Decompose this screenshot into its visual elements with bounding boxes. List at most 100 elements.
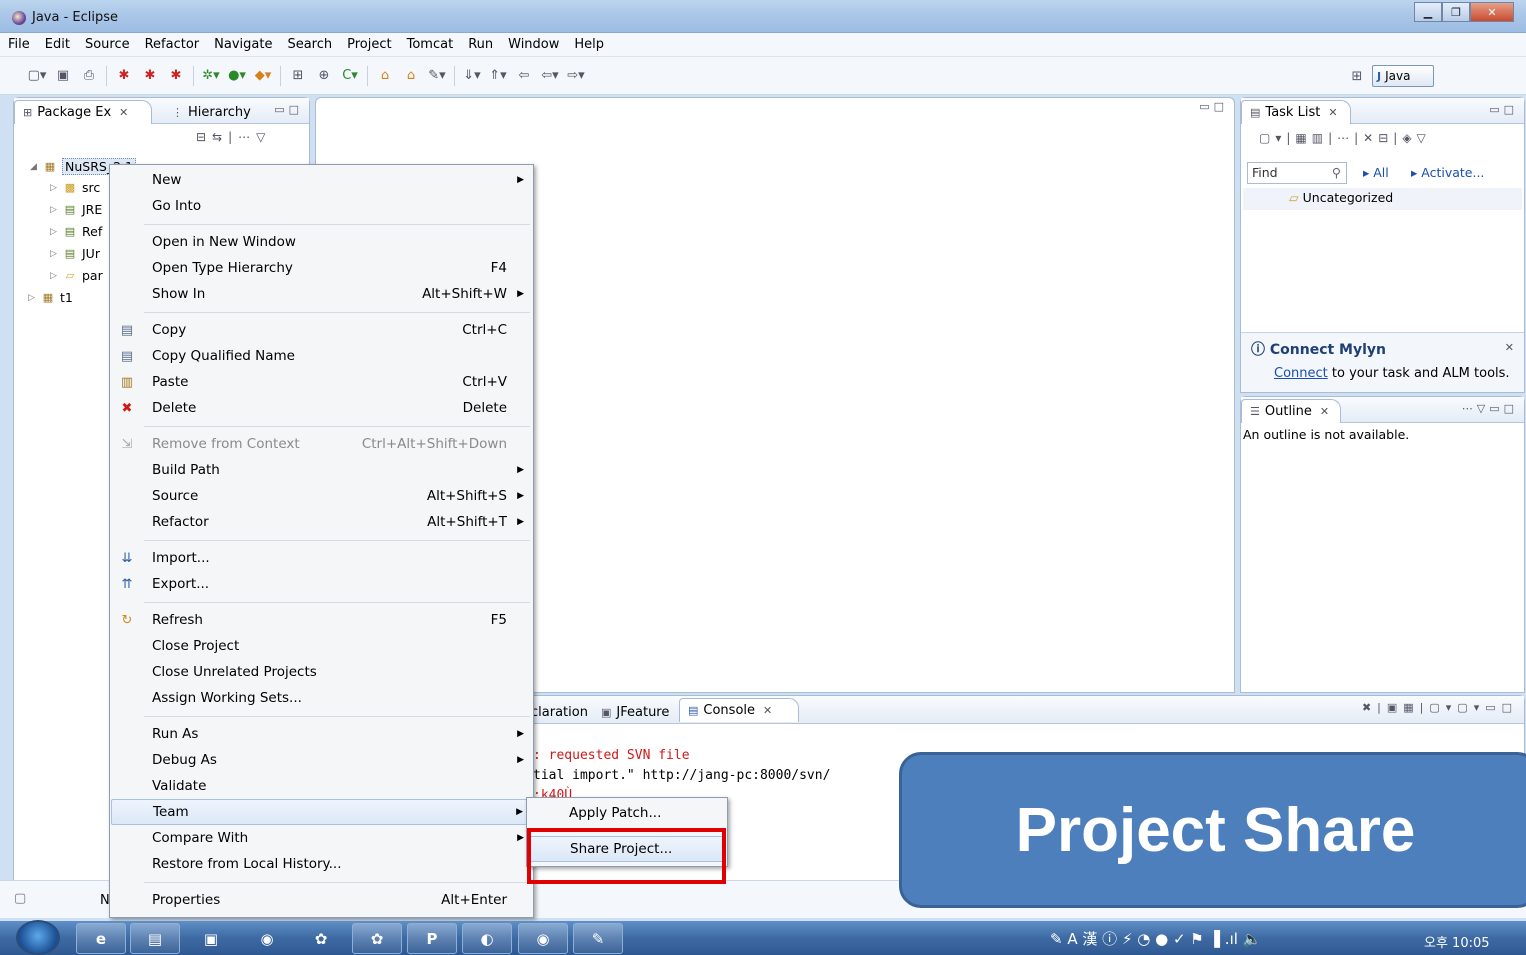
tomcat-restart-icon[interactable]: ✱ [167, 68, 185, 84]
tab-jfeature[interactable]: ▣ JFeature [593, 700, 677, 724]
tree-item-ref[interactable]: ▷ ▤ Ref [50, 224, 102, 239]
menu-item-run-as[interactable]: Run As ▶ [111, 721, 532, 747]
collapse-arrow-icon[interactable]: ▷ [28, 293, 40, 303]
menu-item-properties[interactable]: Properties Alt+Enter [111, 887, 532, 913]
chrome-taskbar-icon[interactable]: ◉ [242, 923, 292, 954]
menu-item-source[interactable]: Source Alt+Shift+S ▶ [111, 483, 532, 509]
activate-link[interactable]: ▸ Activate... [1411, 165, 1484, 180]
menu-item-close-project[interactable]: Close Project [111, 633, 532, 659]
menu-item-copy[interactable]: ▤ Copy Ctrl+C [111, 317, 532, 343]
tab-console[interactable]: ▤ Console ✕ [679, 698, 799, 722]
menu-tomcat[interactable]: Tomcat [407, 37, 454, 52]
app-taskbar-icon[interactable]: ✿ [296, 923, 346, 954]
menu-refactor[interactable]: Refactor [145, 37, 200, 52]
close-icon[interactable]: ✕ [1328, 106, 1337, 119]
external-tools-icon[interactable]: ◆▾ [254, 68, 272, 84]
tomcat-stop-icon[interactable]: ✱ [141, 68, 159, 84]
collapse-arrow-icon[interactable]: ▷ [50, 227, 62, 237]
menu-item-apply-patch[interactable]: Apply Patch... [528, 800, 726, 826]
java-perspective-button[interactable]: J Java [1372, 65, 1434, 87]
menu-item-open-type-hierarchy[interactable]: Open Type Hierarchy F4 [111, 255, 532, 281]
menu-item-restore-from-local-history[interactable]: Restore from Local History... [111, 851, 532, 877]
menu-item-show-in[interactable]: Show In Alt+Shift+W ▶ [111, 281, 532, 307]
minimize-button[interactable]: ▁ [1414, 2, 1442, 22]
menu-search[interactable]: Search [287, 37, 332, 52]
ime-icon[interactable]: ✎ [1050, 930, 1063, 948]
menu-item-assign-working-sets[interactable]: Assign Working Sets... [111, 685, 532, 711]
tomcat-start-icon[interactable]: ✱ [115, 68, 133, 84]
paint-taskbar-icon[interactable]: ✎ [573, 923, 623, 954]
menu-project[interactable]: Project [347, 37, 391, 52]
tree-item-t1[interactable]: ▷ ▦ t1 [28, 290, 73, 305]
connect-link[interactable]: Connect [1274, 366, 1328, 381]
tree-item-jre[interactable]: ▷ ▤ JRE [50, 202, 102, 217]
tree-item-par[interactable]: ▷ ▱ par [50, 268, 103, 283]
menu-help[interactable]: Help [574, 37, 604, 52]
new-class-icon[interactable]: C▾ [341, 68, 359, 84]
close-icon[interactable]: ✕ [1320, 405, 1329, 418]
new-java-project-icon[interactable]: ⊞ [289, 68, 307, 84]
forward-icon[interactable]: ⇨▾ [567, 68, 585, 84]
menu-item-import[interactable]: ⇊ Import... [111, 545, 532, 571]
menu-item-remove-from-context[interactable]: ⇲ Remove from Context Ctrl+Alt+Shift+Down [111, 431, 532, 457]
collapse-arrow-icon[interactable]: ▷ [50, 205, 62, 215]
ime-indicator[interactable]: A 漢 [1067, 930, 1097, 948]
maximize-button[interactable]: ❐ [1442, 2, 1470, 22]
task-list-toolbar[interactable]: ▢▾|▦▥|⋯|✕⊟|◈▽ [1259, 131, 1431, 145]
menu-run[interactable]: Run [468, 37, 493, 52]
menu-item-new[interactable]: New ▶ [111, 167, 532, 193]
tab-outline[interactable]: ☰ Outline ✕ [1241, 399, 1341, 423]
task-find-input[interactable]: Find ⚲ [1247, 162, 1347, 184]
menu-item-go-into[interactable]: Go Into [111, 193, 532, 219]
menu-source[interactable]: Source [85, 37, 130, 52]
menu-item-paste[interactable]: ▥ Paste Ctrl+V [111, 369, 532, 395]
menu-navigate[interactable]: Navigate [214, 37, 272, 52]
previous-annotation-icon[interactable]: ⇑▾ [489, 68, 507, 84]
tab-package-explorer[interactable]: ⊞ Package Ex ✕ [14, 100, 152, 124]
powerpoint-taskbar-icon[interactable]: P [407, 923, 457, 954]
tray-icons[interactable]: ⓘ ⚡ ◔ ● ✓ ⚑ ▐ .ıl 🔈 [1102, 930, 1261, 948]
menu-item-copy-qualified-name[interactable]: ▤ Copy Qualified Name [111, 343, 532, 369]
all-filter-link[interactable]: ▸ All [1363, 165, 1389, 180]
explorer-taskbar-icon[interactable]: ▤ [130, 923, 180, 954]
tab-hierarchy[interactable]: ⋮ Hierarchy [164, 100, 259, 124]
run-icon[interactable]: ●▾ [228, 68, 246, 84]
next-annotation-icon[interactable]: ⇓▾ [463, 68, 481, 84]
fast-view-icon[interactable]: ▢ [14, 891, 26, 906]
menu-item-team[interactable]: Team ▶ [111, 799, 532, 825]
last-edit-icon[interactable]: ⇦ [515, 68, 533, 84]
menu-item-delete[interactable]: ✖ Delete Delete [111, 395, 532, 421]
debug-icon[interactable]: ✲▾ [202, 68, 220, 84]
collapse-arrow-icon[interactable]: ▷ [50, 271, 62, 281]
search-icon[interactable]: ✎▾ [428, 68, 446, 84]
menu-file[interactable]: File [8, 37, 30, 52]
collapse-arrow-icon[interactable]: ▷ [50, 249, 62, 259]
close-icon[interactable]: ✕ [763, 704, 772, 717]
close-icon[interactable]: ✕ [1505, 341, 1514, 354]
tab-task-list[interactable]: ▤ Task List ✕ [1241, 100, 1351, 124]
console-toolbar[interactable]: ✖|▣▦|▢▾▢▾▭□ [1362, 701, 1518, 714]
menu-window[interactable]: Window [508, 37, 559, 52]
editor-minimize-maximize-icons[interactable]: ▭□ [1199, 100, 1228, 113]
outline-view-menu-icons[interactable]: ⋯▽▭□ [1462, 402, 1518, 415]
new-package-icon[interactable]: ⊕ [315, 68, 333, 84]
tree-item-src[interactable]: ▷ ▩ src [50, 180, 100, 195]
tree-item-junit[interactable]: ▷ ▤ JUr [50, 246, 100, 261]
chrome2-taskbar-icon[interactable]: ◉ [518, 923, 568, 954]
start-button[interactable] [16, 920, 60, 955]
minimize-maximize-icons[interactable]: ▭□ [1489, 103, 1518, 116]
open-perspective-icon[interactable]: ⊞ [1348, 68, 1366, 84]
new-icon[interactable]: ▢▾ [28, 68, 47, 84]
menu-item-close-unrelated-projects[interactable]: Close Unrelated Projects [111, 659, 532, 685]
open-folder-icon[interactable]: ⌂ [402, 68, 420, 84]
menu-item-open-in-new-window[interactable]: Open in New Window [111, 229, 532, 255]
collapse-arrow-icon[interactable]: ▷ [50, 183, 62, 193]
menu-item-export[interactable]: ⇈ Export... [111, 571, 532, 597]
expand-arrow-icon[interactable]: ◢ [30, 162, 42, 172]
app2-taskbar-icon[interactable]: ✿ [352, 923, 402, 954]
open-type-icon[interactable]: ⌂ [376, 68, 394, 84]
eclipse-taskbar-icon[interactable]: ◐ [462, 923, 512, 954]
back-icon[interactable]: ⇦▾ [541, 68, 559, 84]
close-button[interactable]: ✕ [1470, 2, 1514, 22]
print-icon[interactable]: ⎙ [80, 68, 98, 84]
